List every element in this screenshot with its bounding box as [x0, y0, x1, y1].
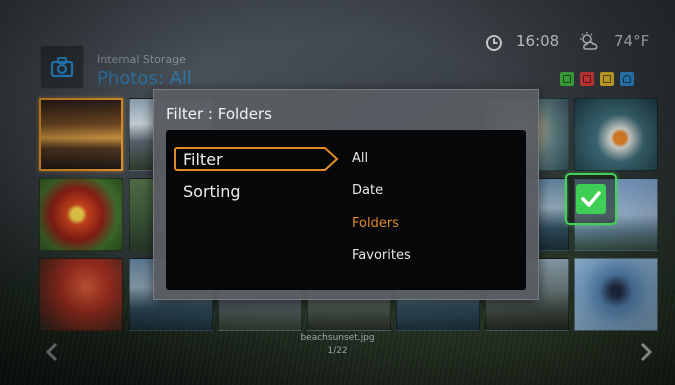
photo-thumbnail[interactable] [574, 258, 658, 331]
page-counter: 1/22 [327, 346, 348, 356]
green-button-icon [563, 75, 571, 83]
red-button-icon [583, 75, 591, 83]
confirm-button[interactable] [565, 173, 617, 225]
photo-thumbnail-selected[interactable] [39, 98, 123, 171]
temperature: 74°F [614, 32, 650, 50]
category-sorting[interactable]: Sorting [174, 182, 241, 201]
photo-thumbnail[interactable] [39, 258, 123, 331]
storage-label: Internal Storage [97, 53, 186, 66]
option-date[interactable]: Date [352, 183, 383, 198]
checkmark-icon [581, 191, 601, 207]
photos-app-badge [40, 45, 84, 89]
photo-thumbnail[interactable] [574, 98, 658, 171]
dialog-title: Filter : Folders [166, 105, 272, 123]
dialog-content-panel: Filter Sorting All Date Folders Favorite… [166, 130, 526, 290]
section-title: Photos: All [97, 68, 192, 89]
option-favorites[interactable]: Favorites [352, 248, 411, 263]
option-all[interactable]: All [352, 151, 368, 166]
yellow-function-button[interactable] [600, 72, 614, 86]
category-filter[interactable]: Filter [174, 147, 324, 171]
partly-cloudy-icon [580, 32, 598, 50]
clock-icon [486, 35, 502, 51]
photo-thumbnail[interactable] [39, 178, 123, 251]
clock-time: 16:08 [516, 32, 560, 50]
focus-chevron-icon [322, 147, 339, 171]
current-filename: beachsunset.jpg [300, 333, 375, 343]
camera-icon [50, 57, 74, 78]
media-browser-screen: Internal Storage Photos: All 16:08 74°F … [0, 0, 675, 385]
blue-button-icon [623, 75, 631, 83]
red-function-button[interactable] [580, 72, 594, 86]
option-folders[interactable]: Folders [352, 216, 399, 231]
yellow-button-icon [603, 75, 611, 83]
filter-dialog: Filter : Folders Filter Sorting All Date… [153, 89, 539, 300]
confirm-button-face [576, 184, 606, 214]
green-function-button[interactable] [560, 72, 574, 86]
blue-function-button[interactable] [620, 72, 634, 86]
